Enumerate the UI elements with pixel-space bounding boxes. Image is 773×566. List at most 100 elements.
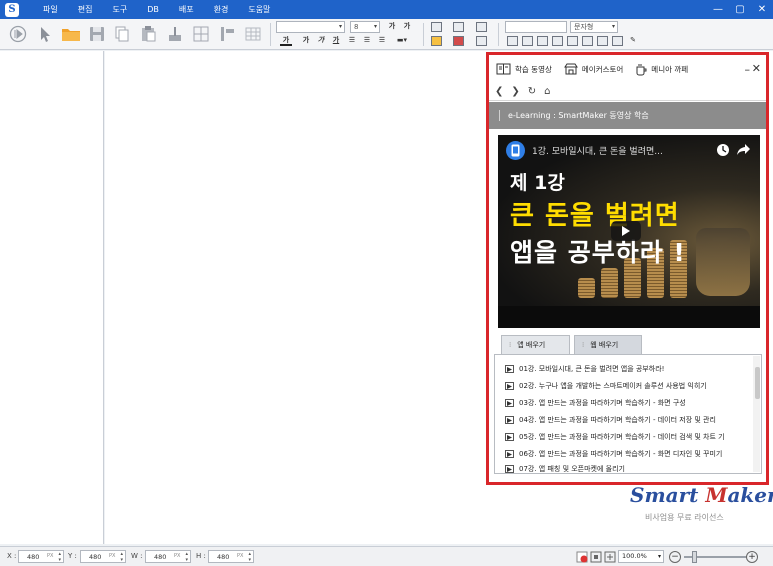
h-spinner[interactable]: ▴ ▾ [248,551,251,563]
y-field[interactable]: 480 PX ▴ ▾ [80,550,126,563]
menu-tools[interactable]: 도구 [102,4,137,15]
list-item[interactable]: 07강. 앱 패칭 및 오픈마켓에 올리기 [505,461,625,473]
tab-web-learning[interactable]: ⁞ 웹 배우기 [574,335,642,354]
channel-avatar[interactable] [506,140,525,160]
paste-icon[interactable] [138,24,158,44]
run-preview-icon[interactable] [8,24,28,44]
menu-help[interactable]: 도움말 [238,4,280,15]
zoom-in-button[interactable]: + [746,551,758,563]
forward-icon[interactable]: ❯ [511,86,519,97]
share-icon[interactable] [736,143,751,156]
lesson-title: 02강. 누구나 앱을 개발하는 스마트메이커 솔루션 사용법 익히기 [519,382,707,390]
menu-deploy[interactable]: 배포 [169,4,204,15]
component-2-icon[interactable] [522,36,533,46]
menu-edit[interactable]: 편집 [68,4,103,15]
project-panel[interactable] [0,51,104,544]
w-value: 480 [154,553,167,561]
zoom-slider-thumb[interactable] [692,551,697,563]
close-button[interactable]: ✕ [751,0,773,19]
bold-button[interactable]: 가 [300,35,312,46]
component-1-icon[interactable] [507,36,518,46]
copy-icon[interactable] [112,24,132,44]
list-item[interactable]: 06강. 앱 만드는 과정을 따라하기며 학습하기 - 화면 디자인 및 꾸미기 [505,446,722,462]
fill-color-icon[interactable] [431,36,442,46]
elearning-header: e-Learning : SmartMaker 동영상 학습 [489,102,766,129]
font-color-icon[interactable]: 가 [280,35,292,46]
zoom-select[interactable]: 100.0% ▾ [618,550,664,563]
component-5-icon[interactable] [567,36,578,46]
magic-icon[interactable]: ✎ [627,35,639,46]
menu-settings[interactable]: 환경 [204,4,239,15]
list-item[interactable]: 02강. 누구나 앱을 개발하는 스마트메이커 솔루션 사용법 익히기 [505,378,707,394]
line-color-icon[interactable] [453,36,464,46]
list-item[interactable]: 04강. 앱 만드는 과정을 따라하기며 학습하기 - 데이터 저장 및 관리 [505,412,716,428]
component-3-icon[interactable] [537,36,548,46]
align-center-icon[interactable]: ☰ [361,35,373,46]
w-spinner[interactable]: ▴ ▾ [185,551,188,563]
distribute-icon[interactable] [217,24,237,44]
toolbar-separator [423,23,424,46]
learning-tabs: 학습 동영상 메이커스토어 메니아 까페 [489,55,766,83]
video-player[interactable]: 1강. 모바일시대, 큰 돈을 벌려면... 제 1강 큰 돈을 벌려면 앱을 … [498,135,760,328]
h-field[interactable]: 480 PX ▴ ▾ [208,550,254,563]
menu-file[interactable]: 파일 [33,4,68,15]
tab-maker-store[interactable]: 메이커스토어 [563,63,623,75]
menu-db[interactable]: DB [137,5,169,14]
group-icon[interactable] [453,22,464,32]
align-right-icon[interactable]: ☰ [376,35,388,46]
tab-learning-video[interactable]: 학습 동영상 [496,63,552,75]
arrange-icon[interactable] [431,22,442,32]
watch-later-icon[interactable] [716,143,730,157]
panel-close-icon[interactable]: ✕ [752,62,761,75]
minimize-button[interactable]: — [707,0,729,19]
save-icon[interactable] [87,24,107,44]
maximize-button[interactable]: ▢ [729,0,751,19]
list-item[interactable]: 05강. 앱 만드는 과정을 따라하기며 학습하기 - 데이터 검색 및 차트 … [505,429,725,445]
font-size-select[interactable]: 8 ▾ [350,21,380,33]
app-logo-icon[interactable]: S [5,2,19,17]
shadow-icon[interactable] [476,36,487,46]
video-subheadline: 앱을 공부하라 ! [510,238,686,267]
component-7-icon[interactable] [597,36,608,46]
open-folder-icon[interactable] [61,24,81,44]
zoom-out-button[interactable]: − [669,551,681,563]
component-4-icon[interactable] [552,36,563,46]
underline-button[interactable]: 가 [330,35,342,46]
pointer-icon[interactable] [35,24,55,44]
tab-mania-cafe[interactable]: 메니아 까페 [635,63,688,76]
y-spinner[interactable]: ▴ ▾ [120,551,123,563]
component-8-icon[interactable] [612,36,623,46]
list-scrollbar-thumb[interactable] [755,367,760,399]
play-button[interactable] [611,221,641,241]
w-field[interactable]: 480 PX ▴ ▾ [145,550,191,563]
x-spinner[interactable]: ▴ ▾ [58,551,61,563]
line-style-icon[interactable]: ▬▾ [393,35,411,46]
table-icon[interactable] [243,24,263,44]
list-item[interactable]: 03강. 앱 만드는 과정을 따라하기며 학습하기 - 화면 구성 [505,395,686,411]
refresh-icon[interactable]: ↻ [528,86,536,97]
align-grid-icon[interactable] [191,24,211,44]
font-grow-icon[interactable]: 가 [386,21,398,32]
x-field[interactable]: 480 PX ▴ ▾ [18,550,64,563]
back-icon[interactable]: ❮ [495,86,503,97]
font-family-select[interactable]: ▾ [276,21,345,33]
lesson-title: 03강. 앱 만드는 과정을 따라하기며 학습하기 - 화면 구성 [519,399,686,407]
home-icon[interactable]: ⌂ [544,86,550,97]
actual-size-icon[interactable] [604,551,616,563]
component-6-icon[interactable] [582,36,593,46]
order-icon[interactable] [476,22,487,32]
panel-minimize-icon[interactable]: – [745,63,751,76]
align-left-icon[interactable]: ☰ [346,35,358,46]
tab-app-learning[interactable]: ⁞ 앱 배우기 [501,335,570,354]
error-icon[interactable] [576,551,588,563]
lesson-title: 04강. 앱 만드는 과정을 따라하기며 학습하기 - 데이터 저장 및 관리 [519,416,716,424]
font-shrink-icon[interactable]: 가 [401,21,413,32]
component-select[interactable] [505,21,567,33]
list-item[interactable]: 01강. 모바일시대, 큰 돈을 벌려면 앱을 공부하라! [505,361,664,377]
data-type-select[interactable]: 문자형 ▾ [570,21,618,33]
video-title[interactable]: 1강. 모바일시대, 큰 돈을 벌려면... [532,144,663,157]
fit-screen-icon[interactable] [590,551,602,563]
toolbar-separator [498,23,499,46]
italic-button[interactable]: 가 [315,35,327,46]
format-painter-icon[interactable] [165,24,185,44]
